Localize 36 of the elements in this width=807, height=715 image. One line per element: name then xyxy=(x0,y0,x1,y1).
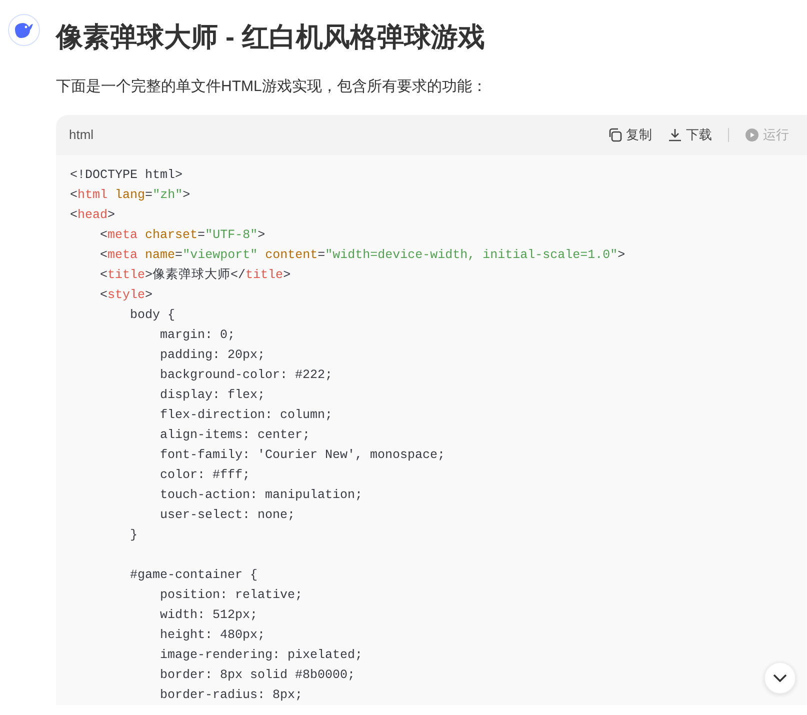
code-line: border: 8px solid #8b0000; xyxy=(159,667,356,684)
code-line: <head> xyxy=(70,207,116,224)
code-line: } xyxy=(129,527,138,544)
code-line: flex-direction: column; xyxy=(159,407,333,424)
whale-icon xyxy=(13,21,35,39)
code-line: <meta name="viewport" content="width=device-width, initial-scale=1.0"> xyxy=(99,247,626,264)
code-line: touch-action: manipulation; xyxy=(159,487,363,504)
code-line: <html lang="zh"> xyxy=(70,187,190,204)
code-line: width: 512px; xyxy=(159,607,258,624)
code-line: <title>像素弹球大师</title> xyxy=(99,266,291,284)
chevron-down-icon xyxy=(773,674,787,682)
code-line: padding: 20px; xyxy=(159,347,266,364)
code-line: <!DOCTYPE html> xyxy=(70,167,183,184)
code-line: #game-container { xyxy=(129,567,258,584)
code-line: font-family: 'Courier New', monospace; xyxy=(159,447,446,464)
code-line: user-select: none; xyxy=(159,507,296,524)
code-line: background-color: #222; xyxy=(159,367,333,384)
download-button[interactable]: 下载 xyxy=(668,125,712,145)
copy-icon xyxy=(608,128,622,142)
code-line: position: relative; xyxy=(159,587,303,604)
code-line: border-radius: 8px; xyxy=(159,687,303,704)
code-line: <style> xyxy=(99,287,153,304)
download-icon xyxy=(668,128,682,142)
play-icon xyxy=(745,128,759,142)
code-line: <meta charset="UTF-8"> xyxy=(99,227,266,244)
code-line: height: 480px; xyxy=(159,627,266,644)
code-language: html xyxy=(69,126,94,144)
response-title: 像素弹球大师 - 红白机风格弹球游戏 xyxy=(56,21,486,54)
copy-button[interactable]: 复制 xyxy=(608,125,652,145)
intro-text: 下面是一个完整的单文件HTML游戏实现，包含所有要求的功能： xyxy=(56,77,488,97)
code-line: display: flex; xyxy=(159,387,266,404)
code-line: margin: 0; xyxy=(159,327,236,344)
code-line: image-rendering: pixelated; xyxy=(159,647,363,664)
code-line: align-items: center; xyxy=(159,427,310,444)
code-line: body { xyxy=(129,307,176,324)
code-line: color: #fff; xyxy=(159,467,250,484)
